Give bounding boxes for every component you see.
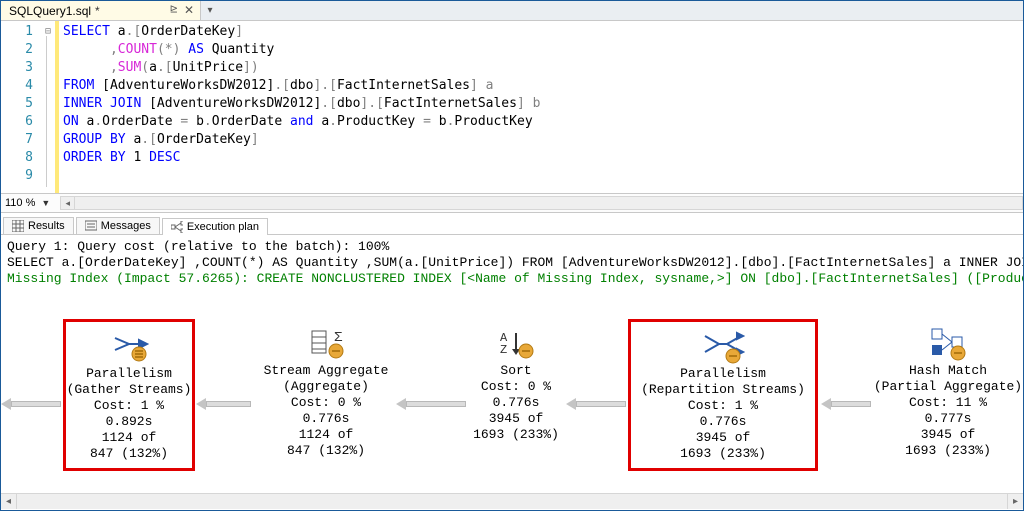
node-title: Parallelism bbox=[66, 366, 192, 382]
node-title: Stream Aggregate bbox=[256, 363, 396, 379]
plan-node-sort[interactable]: AZ Sort Cost: 0 % 0.776s 3945 of 1693 (2… bbox=[466, 323, 566, 443]
plan-node-parallelism-repartition[interactable]: Parallelism (Repartition Streams) Cost: … bbox=[628, 319, 818, 471]
node-rows1: 3945 of bbox=[631, 430, 815, 446]
node-title: Hash Match bbox=[871, 363, 1023, 379]
node-rows1: 3945 of bbox=[871, 427, 1023, 443]
node-subtitle: (Gather Streams) bbox=[66, 382, 192, 398]
parallelism-icon bbox=[631, 326, 815, 366]
node-cost: Cost: 1 % bbox=[66, 398, 192, 414]
grid-icon bbox=[12, 220, 24, 232]
node-rows2: 847 (132%) bbox=[66, 446, 192, 462]
scroll-left-icon[interactable]: ◂ bbox=[1, 494, 17, 509]
scroll-right-icon[interactable]: ▸ bbox=[1007, 494, 1023, 509]
zoom-dropdown-icon[interactable]: ▼ bbox=[41, 198, 50, 208]
node-title: Sort bbox=[466, 363, 566, 379]
messages-icon bbox=[85, 220, 97, 232]
zoom-bar: 110 % ▼ ◂ bbox=[1, 193, 1023, 213]
node-cost: Cost: 1 % bbox=[631, 398, 815, 414]
file-tab-name: SQLQuery1.sql bbox=[9, 4, 91, 18]
plan-node-hash-match[interactable]: Hash Match (Partial Aggregate) Cost: 11 … bbox=[871, 323, 1023, 459]
tab-plan-label: Execution plan bbox=[187, 221, 259, 233]
node-cost: Cost: 11 % bbox=[871, 395, 1023, 411]
parallelism-icon bbox=[66, 326, 192, 366]
node-rows2: 1693 (233%) bbox=[466, 427, 566, 443]
node-cost: Cost: 0 % bbox=[256, 395, 396, 411]
plan-node-stream-aggregate[interactable]: Σ Stream Aggregate (Aggregate) Cost: 0 %… bbox=[256, 323, 396, 459]
node-time: 0.776s bbox=[631, 414, 815, 430]
plan-node-parallelism-gather[interactable]: Parallelism (Gather Streams) Cost: 1 % 0… bbox=[63, 319, 195, 471]
plan-icon bbox=[171, 221, 183, 233]
tab-messages-label: Messages bbox=[101, 220, 151, 232]
node-time: 0.777s bbox=[871, 411, 1023, 427]
plan-header: Query 1: Query cost (relative to the bat… bbox=[1, 235, 1023, 289]
sort-icon: AZ bbox=[466, 323, 566, 363]
scroll-track[interactable] bbox=[17, 494, 1007, 509]
node-time: 0.892s bbox=[66, 414, 192, 430]
plan-header-line2: SELECT a.[OrderDateKey] ,COUNT(*) AS Qua… bbox=[7, 255, 1017, 271]
node-rows1: 1124 of bbox=[256, 427, 396, 443]
node-rows1: 1124 of bbox=[66, 430, 192, 446]
execution-plan-canvas[interactable]: Parallelism (Gather Streams) Cost: 1 % 0… bbox=[1, 289, 1023, 509]
node-subtitle: (Aggregate) bbox=[256, 379, 396, 395]
missing-index-hint[interactable]: Missing Index (Impact 57.6265): CREATE N… bbox=[7, 271, 1017, 287]
node-time: 0.776s bbox=[256, 411, 396, 427]
node-cost: Cost: 0 % bbox=[466, 379, 566, 395]
node-rows2: 847 (132%) bbox=[256, 443, 396, 459]
close-icon[interactable]: ✕ bbox=[184, 3, 194, 17]
node-rows2: 1693 (233%) bbox=[871, 443, 1023, 459]
sql-editor[interactable]: 123456789 ⊟ SELECT a.[OrderDateKey] ,COU… bbox=[1, 21, 1023, 193]
editor-h-scrollbar[interactable]: ◂ bbox=[60, 196, 1023, 210]
node-rows1: 3945 of bbox=[466, 411, 566, 427]
plan-h-scrollbar[interactable]: ◂ ▸ bbox=[1, 493, 1023, 509]
plan-arrow bbox=[196, 399, 251, 409]
plan-arrow bbox=[821, 399, 871, 409]
node-title: Parallelism bbox=[631, 366, 815, 382]
plan-arrow bbox=[396, 399, 466, 409]
fold-gutter[interactable]: ⊟ bbox=[41, 21, 55, 193]
line-number-gutter: 123456789 bbox=[1, 21, 41, 193]
tab-results-label: Results bbox=[28, 220, 65, 232]
file-modified-indicator: * bbox=[95, 4, 100, 18]
tab-execution-plan[interactable]: Execution plan bbox=[162, 218, 268, 235]
code-area[interactable]: SELECT a.[OrderDateKey] ,COUNT(*) AS Qua… bbox=[59, 21, 1023, 193]
hash-match-icon bbox=[871, 323, 1023, 363]
plan-arrow bbox=[1, 399, 61, 409]
node-time: 0.776s bbox=[466, 395, 566, 411]
tab-results[interactable]: Results bbox=[3, 217, 74, 234]
node-subtitle: (Repartition Streams) bbox=[631, 382, 815, 398]
plan-arrow bbox=[566, 399, 626, 409]
stream-aggregate-icon: Σ bbox=[256, 323, 396, 363]
zoom-level[interactable]: 110 % bbox=[5, 197, 35, 209]
result-tabs: Results Messages Execution plan bbox=[1, 213, 1023, 235]
tab-dropdown-icon[interactable]: ▾ bbox=[201, 1, 219, 20]
plan-header-line1: Query 1: Query cost (relative to the bat… bbox=[7, 239, 1017, 255]
node-rows2: 1693 (233%) bbox=[631, 446, 815, 462]
file-tab[interactable]: SQLQuery1.sql * ⊵ ✕ bbox=[1, 1, 201, 20]
pin-icon[interactable]: ⊵ bbox=[170, 4, 178, 15]
document-tab-bar: SQLQuery1.sql * ⊵ ✕ ▾ bbox=[1, 1, 1023, 21]
node-subtitle: (Partial Aggregate) bbox=[871, 379, 1023, 395]
tab-messages[interactable]: Messages bbox=[76, 217, 160, 234]
svg-text:Z: Z bbox=[500, 343, 507, 357]
